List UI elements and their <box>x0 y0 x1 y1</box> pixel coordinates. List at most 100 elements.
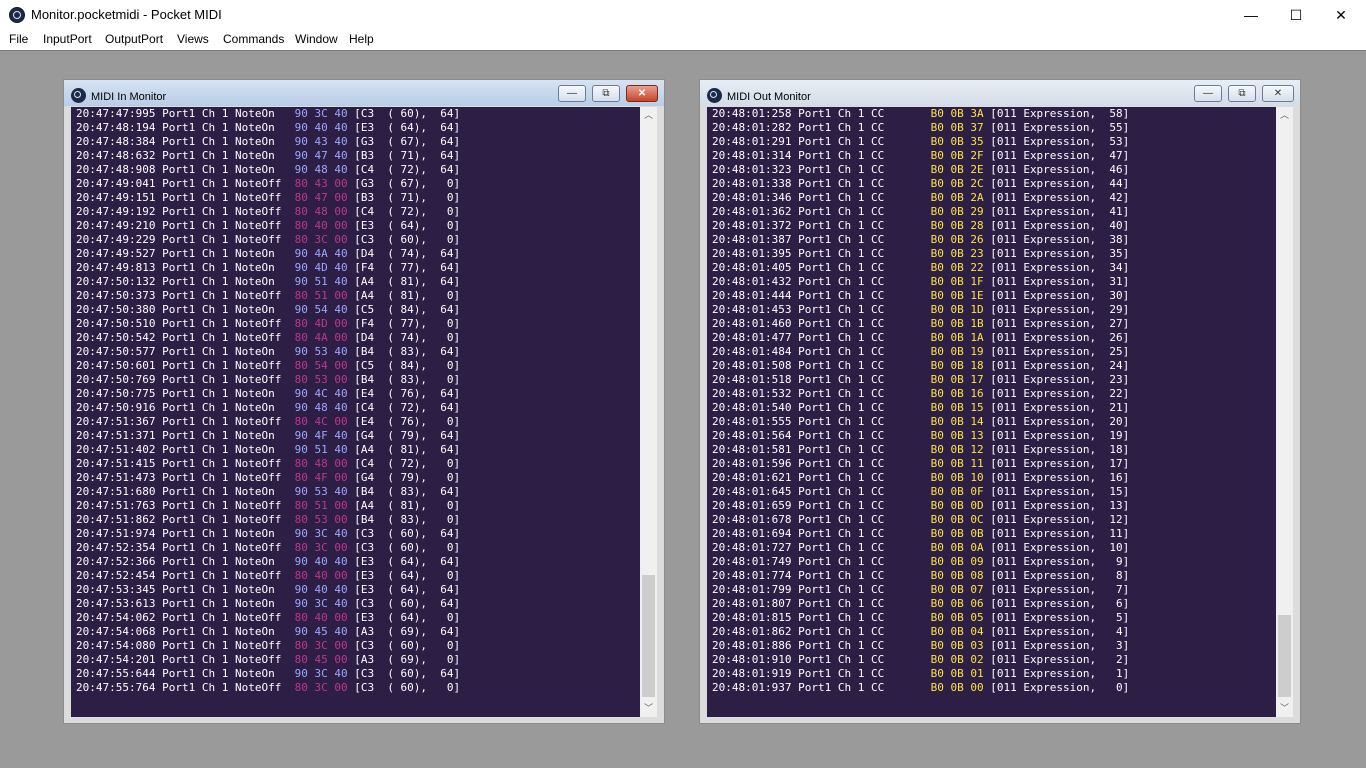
log-channel: Ch 1 <box>201 513 229 526</box>
log-row: 20:48:01:727 Port1 Ch 1 CC B0 0B 0A [011… <box>712 541 1129 555</box>
scroll-down-arrow-icon[interactable]: ﹀ <box>1276 700 1293 717</box>
log-row: 20:47:53:345 Port1 Ch 1 NoteOn 90 40 40 … <box>76 583 460 597</box>
log-channel: Ch 1 <box>837 569 865 582</box>
log-port: Port1 <box>798 205 832 218</box>
log-bytes: B0 0B 0A <box>930 541 984 554</box>
log-port: Port1 <box>162 471 196 484</box>
log-bytes: 80 45 00 <box>294 653 348 666</box>
midi-in-monitor-titlebar[interactable]: MIDI In Monitor — ⧉ ✕ <box>64 80 664 106</box>
log-channel: Ch 1 <box>837 233 865 246</box>
vertical-scrollbar[interactable]: ︿ ﹀ <box>640 107 657 717</box>
menu-help[interactable]: Help <box>349 32 374 46</box>
log-channel: Ch 1 <box>837 681 865 694</box>
log-time: 20:47:50:510 <box>76 317 156 330</box>
maximize-button[interactable]: ☐ <box>1273 0 1319 30</box>
menu-commands[interactable]: Commands <box>223 32 284 46</box>
monitor-app-icon[interactable] <box>707 88 722 103</box>
log-port: Port1 <box>798 303 832 316</box>
log-message-type: NoteOff <box>234 219 282 232</box>
log-port: Port1 <box>798 625 832 638</box>
log-time: 20:48:01:694 <box>712 527 792 540</box>
log-detail: [C4 ( 72), 64] <box>354 163 461 176</box>
log-time: 20:48:01:540 <box>712 401 792 414</box>
child-minimize-button[interactable]: — <box>1194 85 1222 102</box>
minimize-button[interactable]: — <box>1228 0 1274 30</box>
child-close-button[interactable]: ✕ <box>626 85 658 102</box>
log-channel: Ch 1 <box>201 149 229 162</box>
log-message-type: CC <box>870 499 918 512</box>
log-bytes: B0 0B 29 <box>930 205 984 218</box>
scrollbar-thumb[interactable] <box>642 575 655 697</box>
log-port: Port1 <box>162 415 196 428</box>
log-time: 20:48:01:453 <box>712 303 792 316</box>
child-minimize-button[interactable]: — <box>558 85 586 102</box>
midi-out-monitor-titlebar[interactable]: MIDI Out Monitor — ⧉ ✕ <box>700 80 1300 106</box>
midi-in-monitor-window[interactable]: MIDI In Monitor — ⧉ ✕ 20:47:47:995 Port1… <box>63 79 665 724</box>
vertical-scrollbar[interactable]: ︿ ﹀ <box>1276 107 1293 717</box>
monitor-app-icon[interactable] <box>71 88 86 103</box>
log-time: 20:48:01:749 <box>712 555 792 568</box>
log-time: 20:48:01:555 <box>712 415 792 428</box>
child-restore-button[interactable]: ⧉ <box>592 85 620 102</box>
scroll-up-arrow-icon[interactable]: ︿ <box>1276 107 1293 124</box>
midi-in-log-view[interactable]: 20:47:47:995 Port1 Ch 1 NoteOn 90 3C 40 … <box>71 107 657 717</box>
midi-out-monitor-window[interactable]: MIDI Out Monitor — ⧉ ✕ 20:48:01:258 Port… <box>699 79 1301 724</box>
scroll-up-arrow-icon[interactable]: ︿ <box>640 107 657 124</box>
log-bytes: 90 4C 40 <box>294 387 348 400</box>
child-restore-button[interactable]: ⧉ <box>1228 85 1256 102</box>
log-time: 20:48:01:258 <box>712 107 792 120</box>
menu-outputport[interactable]: OutputPort <box>105 32 163 46</box>
log-bytes: 90 48 40 <box>294 401 348 414</box>
log-detail: [011 Expression, 30] <box>990 289 1130 302</box>
menu-views[interactable]: Views <box>177 32 209 46</box>
log-bytes: 80 48 00 <box>294 205 348 218</box>
scroll-down-arrow-icon[interactable]: ﹀ <box>640 700 657 717</box>
log-row: 20:47:48:908 Port1 Ch 1 NoteOn 90 48 40 … <box>76 163 460 177</box>
log-channel: Ch 1 <box>201 247 229 260</box>
log-message-type: NoteOn <box>234 555 282 568</box>
log-port: Port1 <box>798 681 832 694</box>
log-message-type: NoteOff <box>234 457 282 470</box>
log-row: 20:48:01:460 Port1 Ch 1 CC B0 0B 1B [011… <box>712 317 1129 331</box>
log-bytes: B0 0B 15 <box>930 401 984 414</box>
log-row: 20:48:01:774 Port1 Ch 1 CC B0 0B 08 [011… <box>712 569 1129 583</box>
log-bytes: 90 51 40 <box>294 275 348 288</box>
log-bytes: B0 0B 3A <box>930 107 984 120</box>
log-row: 20:48:01:518 Port1 Ch 1 CC B0 0B 17 [011… <box>712 373 1129 387</box>
scrollbar-thumb[interactable] <box>1278 615 1291 697</box>
log-message-type: NoteOn <box>234 387 282 400</box>
log-port: Port1 <box>162 541 196 554</box>
close-button[interactable]: ✕ <box>1318 0 1364 30</box>
log-message-type: CC <box>870 373 918 386</box>
log-detail: [E3 ( 64), 64] <box>354 121 461 134</box>
log-channel: Ch 1 <box>837 527 865 540</box>
log-channel: Ch 1 <box>837 247 865 260</box>
log-port: Port1 <box>798 513 832 526</box>
log-detail: [E3 ( 64), 0] <box>354 219 461 232</box>
log-row: 20:48:01:540 Port1 Ch 1 CC B0 0B 15 [011… <box>712 401 1129 415</box>
log-bytes: 80 48 00 <box>294 457 348 470</box>
log-bytes: B0 0B 05 <box>930 611 984 624</box>
log-channel: Ch 1 <box>201 261 229 274</box>
log-time: 20:47:50:775 <box>76 387 156 400</box>
log-time: 20:48:01:518 <box>712 373 792 386</box>
log-channel: Ch 1 <box>201 121 229 134</box>
pocket-midi-app-icon[interactable] <box>9 7 25 23</box>
log-time: 20:48:01:484 <box>712 345 792 358</box>
menu-inputport[interactable]: InputPort <box>43 32 92 46</box>
log-message-type: CC <box>870 485 918 498</box>
menu-file[interactable]: File <box>9 32 28 46</box>
log-time: 20:48:01:291 <box>712 135 792 148</box>
log-detail: [011 Expression, 58] <box>990 107 1130 120</box>
log-time: 20:47:51:763 <box>76 499 156 512</box>
log-message-type: NoteOn <box>234 443 282 456</box>
log-channel: Ch 1 <box>201 177 229 190</box>
log-time: 20:47:51:367 <box>76 415 156 428</box>
midi-out-log-view[interactable]: 20:48:01:258 Port1 Ch 1 CC B0 0B 3A [011… <box>707 107 1293 717</box>
log-bytes: 80 4C 00 <box>294 415 348 428</box>
child-close-button[interactable]: ✕ <box>1262 85 1294 102</box>
log-bytes: 80 40 00 <box>294 219 348 232</box>
menu-window[interactable]: Window <box>295 32 338 46</box>
log-message-type: CC <box>870 177 918 190</box>
log-channel: Ch 1 <box>837 121 865 134</box>
